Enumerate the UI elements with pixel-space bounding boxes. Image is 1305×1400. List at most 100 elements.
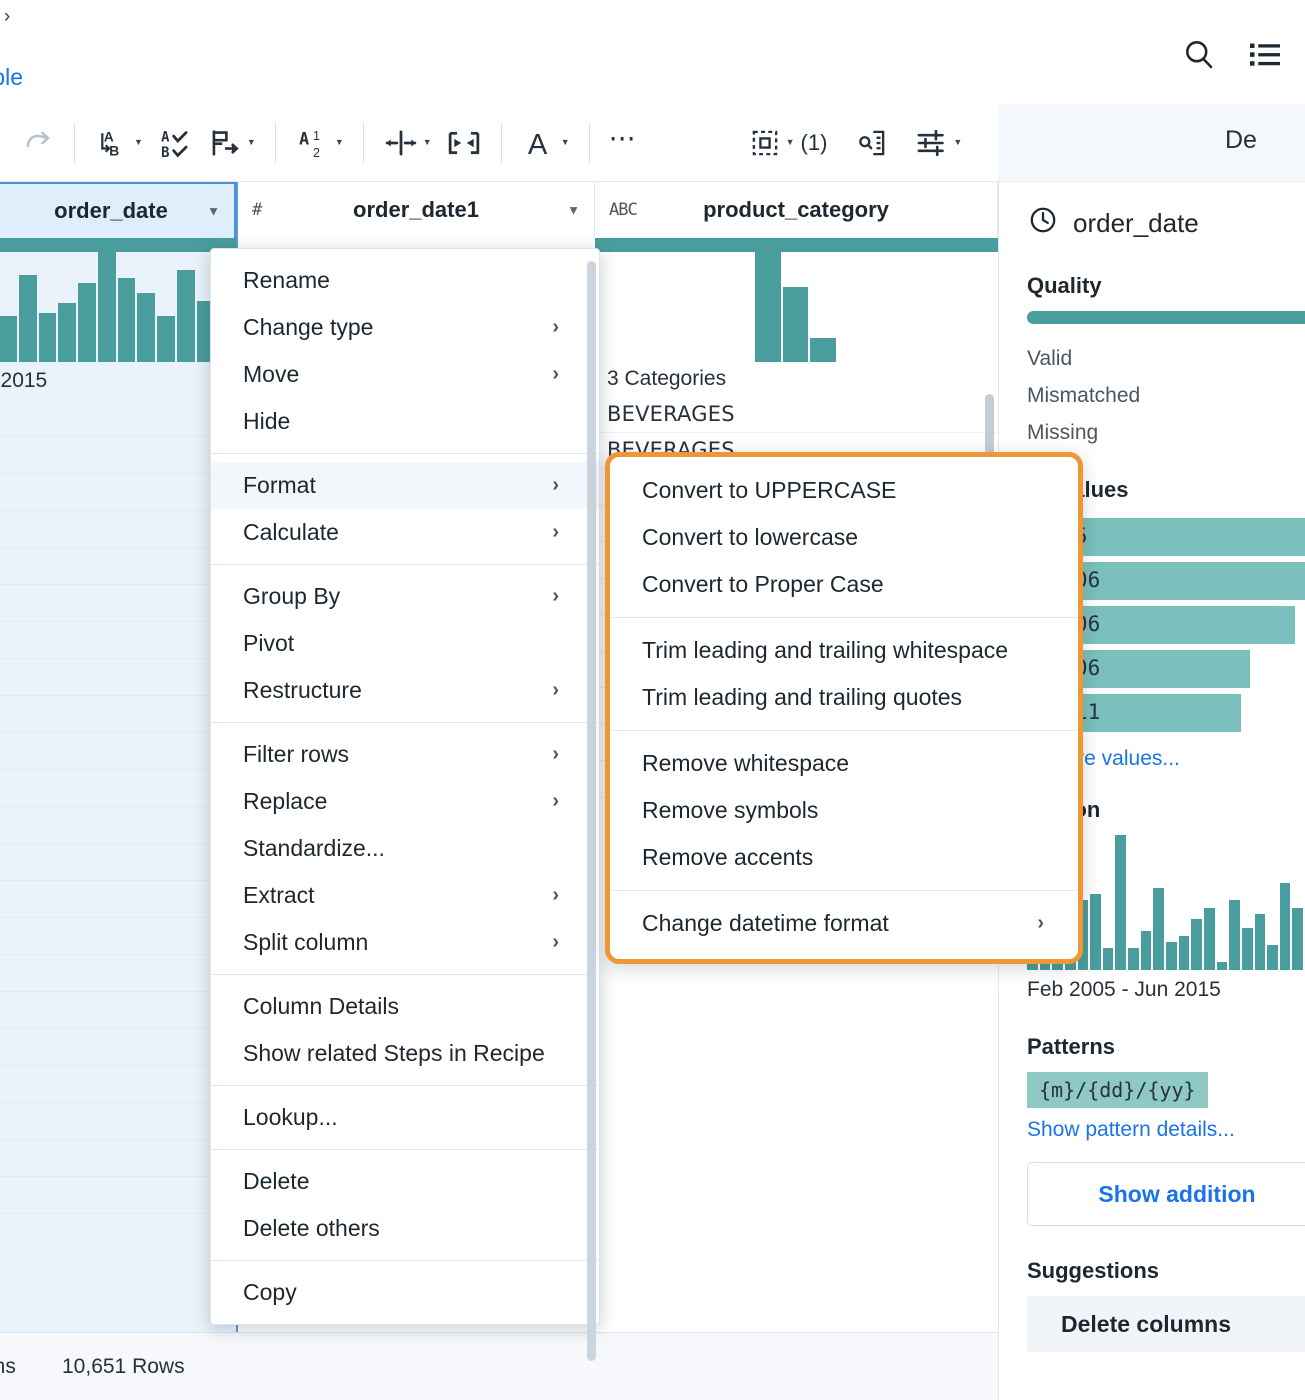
menu-item-replace[interactable]: Replace › bbox=[211, 778, 599, 825]
grid-cell[interactable] bbox=[0, 437, 236, 474]
submenu-item-label: Remove whitespace bbox=[642, 750, 850, 776]
menu-item-filter-rows[interactable]: Filter rows › bbox=[211, 731, 599, 778]
column-header-product-category[interactable]: ABC product_category bbox=[595, 182, 998, 238]
submenu-item-trim-leading-and-trailing-quotes[interactable]: Trim leading and trailing quotes bbox=[610, 674, 1078, 721]
menu-item-group-by[interactable]: Group By › bbox=[211, 573, 599, 620]
fit-columns-icon[interactable] bbox=[439, 121, 489, 165]
context-menu-scrollbar[interactable] bbox=[587, 261, 596, 1361]
submenu-item-convert-to-proper-case[interactable]: Convert to Proper Case bbox=[610, 561, 1078, 608]
histogram-bar bbox=[1166, 941, 1177, 970]
submenu-item-convert-to-uppercase[interactable]: Convert to UPPERCASE bbox=[610, 467, 1078, 514]
chevron-down-icon[interactable]: ▼ bbox=[207, 204, 220, 219]
grid-cell[interactable] bbox=[0, 844, 236, 881]
grid-cell[interactable]: 4 bbox=[0, 918, 236, 955]
submenu-item-remove-whitespace[interactable]: Remove whitespace bbox=[610, 740, 1078, 787]
show-additional-button[interactable]: Show addition bbox=[1027, 1162, 1305, 1226]
more-horizontal-icon[interactable]: ⋯ bbox=[602, 124, 645, 157]
replace-a-b-icon[interactable]: A B ▼ bbox=[87, 121, 150, 165]
submenu-item-remove-accents[interactable]: Remove accents bbox=[610, 834, 1078, 881]
menu-item-label: Format bbox=[243, 472, 316, 498]
svg-text:1: 1 bbox=[313, 129, 320, 143]
grid-cell[interactable] bbox=[0, 696, 236, 733]
show-pattern-details-link[interactable]: Show pattern details... bbox=[1027, 1118, 1305, 1142]
chevron-right-icon: › bbox=[552, 743, 559, 765]
histogram-bar bbox=[1216, 961, 1228, 970]
menu-item-format[interactable]: Format › bbox=[211, 462, 599, 509]
column-header-order-date[interactable]: order_date ▼ bbox=[0, 182, 236, 238]
menu-item-label: Move bbox=[243, 361, 300, 387]
grid-cell[interactable]: 6 bbox=[0, 770, 236, 807]
font-icon[interactable]: A ▼ bbox=[514, 121, 577, 165]
menu-item-rename[interactable]: Rename bbox=[211, 257, 599, 304]
grid-cell[interactable] bbox=[0, 881, 236, 918]
submenu-item-remove-symbols[interactable]: Remove symbols bbox=[610, 787, 1078, 834]
grid-cell[interactable]: 6 bbox=[0, 659, 236, 696]
menu-item-change-type[interactable]: Change type › bbox=[211, 304, 599, 351]
column-range-label: - Jun 2015 bbox=[0, 369, 48, 392]
grid-cell[interactable] bbox=[0, 622, 236, 659]
menu-item-hide[interactable]: Hide bbox=[211, 398, 599, 445]
menu-item-lookup[interactable]: Lookup... bbox=[211, 1094, 599, 1141]
submenu-item-label: Trim leading and trailing quotes bbox=[642, 684, 963, 710]
suggestion-delete-columns[interactable]: Delete columns bbox=[1027, 1296, 1305, 1352]
grid-cell[interactable]: 0 bbox=[0, 955, 236, 992]
menu-item-calculate[interactable]: Calculate › bbox=[211, 509, 599, 556]
validate-icon[interactable]: A B bbox=[150, 121, 200, 165]
redo-icon[interactable] bbox=[14, 122, 62, 164]
flag-right-icon[interactable]: ▼ bbox=[200, 121, 263, 165]
menu-item-label: Hide bbox=[243, 408, 291, 434]
grid-cell[interactable] bbox=[0, 585, 236, 622]
grid-cell[interactable]: BEVERAGES bbox=[595, 396, 998, 433]
menu-item-label: Restructure bbox=[243, 677, 362, 703]
list-icon[interactable] bbox=[1245, 34, 1285, 74]
grid-cell[interactable]: 1 bbox=[0, 733, 236, 770]
menu-item-split-column[interactable]: Split column › bbox=[211, 919, 599, 966]
selection-icon[interactable]: ▼ (1) bbox=[741, 122, 835, 164]
sample-link[interactable]: Sample bbox=[0, 64, 23, 91]
menu-item-delete-others[interactable]: Delete others bbox=[211, 1205, 599, 1252]
menu-item-label: Replace bbox=[243, 788, 328, 814]
grid-cell[interactable]: 0 bbox=[0, 1103, 236, 1140]
sort-a1-b2-icon[interactable]: A 1 2 ▼ bbox=[288, 121, 351, 165]
search-icon[interactable] bbox=[1179, 34, 1219, 74]
align-horizontal-icon[interactable]: ▼ bbox=[376, 121, 439, 165]
filter-settings-icon[interactable]: ▼ bbox=[908, 122, 969, 164]
svg-text:2: 2 bbox=[313, 145, 320, 159]
column-histogram bbox=[0, 252, 236, 362]
inspect-icon[interactable] bbox=[848, 122, 896, 164]
grid-cell[interactable] bbox=[0, 511, 236, 548]
submenu-item-convert-to-lowercase[interactable]: Convert to lowercase bbox=[610, 514, 1078, 561]
menu-item-extract[interactable]: Extract › bbox=[211, 872, 599, 919]
menu-item-copy[interactable]: Copy bbox=[211, 1269, 599, 1316]
menu-item-column-details[interactable]: Column Details bbox=[211, 983, 599, 1030]
chevron-down-icon: ▼ bbox=[953, 137, 963, 147]
submenu-item-trim-leading-and-trailing-whitespace[interactable]: Trim leading and trailing whitespace bbox=[610, 627, 1078, 674]
quality-row-mismatched: Mismatched bbox=[1027, 384, 1141, 407]
grid-cell[interactable]: 5 bbox=[0, 992, 236, 1029]
chevron-down-icon[interactable]: ▼ bbox=[567, 203, 580, 218]
grid-cell[interactable]: 6 bbox=[0, 1140, 236, 1177]
submenu-item-label: Convert to UPPERCASE bbox=[642, 477, 897, 503]
grid-cell[interactable] bbox=[0, 474, 236, 511]
column-header-order-date1[interactable]: # order_date1 ▼ bbox=[238, 182, 595, 238]
grid-cell[interactable] bbox=[0, 1066, 236, 1103]
menu-item-delete[interactable]: Delete bbox=[211, 1158, 599, 1205]
format-submenu: Convert to UPPERCASE Convert to lowercase… bbox=[605, 452, 1083, 964]
grid-cell[interactable] bbox=[0, 1177, 236, 1214]
pattern-chip[interactable]: {m}/{dd}/{yy} bbox=[1027, 1072, 1208, 1108]
column-order-date[interactable]: order_date ▼ - Jun 2015 661640506 bbox=[0, 182, 238, 1400]
grid-cell[interactable] bbox=[0, 1029, 236, 1066]
grid-cell[interactable]: 6 bbox=[0, 400, 236, 437]
chevron-down-icon: ▼ bbox=[134, 137, 143, 147]
menu-item-pivot[interactable]: Pivot bbox=[211, 620, 599, 667]
breadcrumb[interactable]: LYSIS › bbox=[0, 6, 10, 28]
menu-item-move[interactable]: Move › bbox=[211, 351, 599, 398]
menu-item-show-related-steps-in-recipe[interactable]: Show related Steps in Recipe bbox=[211, 1030, 599, 1077]
menu-item-standardize[interactable]: Standardize... bbox=[211, 825, 599, 872]
categories-count: 3 Categories bbox=[607, 367, 727, 390]
menu-item-label: Show related Steps in Recipe bbox=[243, 1040, 545, 1066]
submenu-item-change-datetime-format[interactable]: Change datetime format › bbox=[610, 900, 1078, 947]
menu-item-restructure[interactable]: Restructure › bbox=[211, 667, 599, 714]
grid-cell[interactable] bbox=[0, 807, 236, 844]
grid-cell[interactable] bbox=[0, 548, 236, 585]
